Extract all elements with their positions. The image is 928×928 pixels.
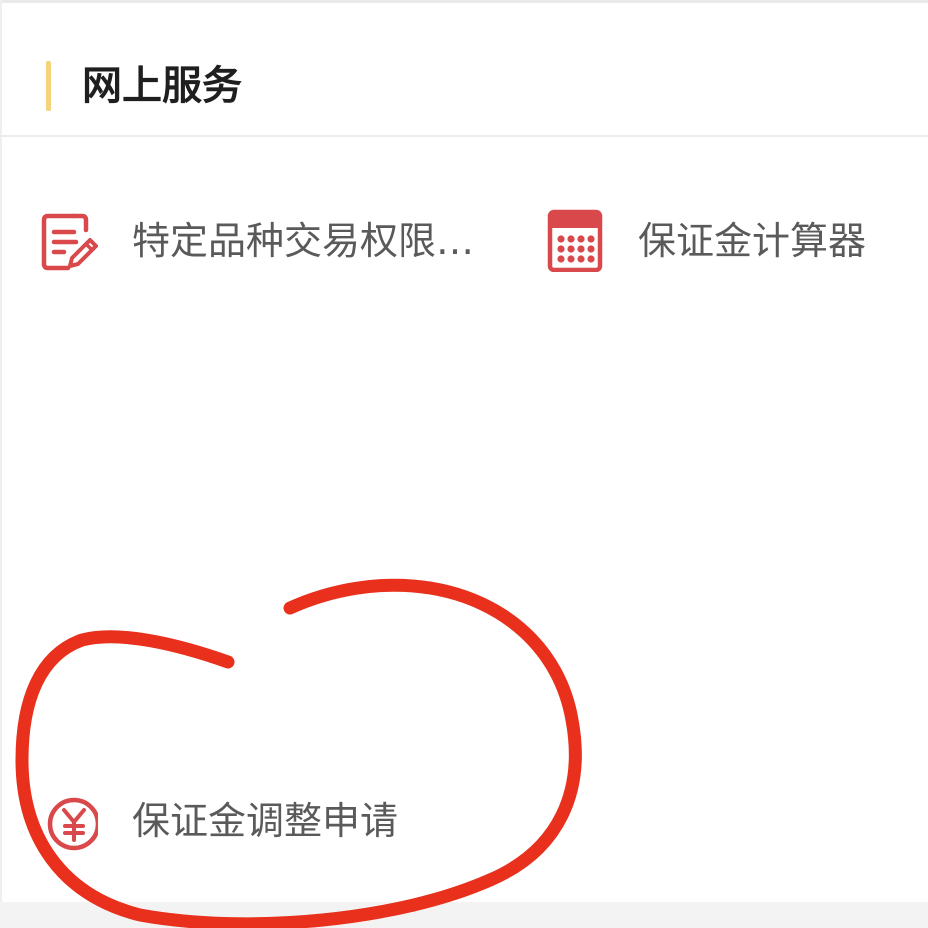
calculator-icon — [547, 209, 603, 272]
yen-coin-icon — [47, 797, 98, 851]
section-accent-bar — [46, 61, 51, 111]
left-divider — [0, 0, 2, 928]
section-header: 网上服务 — [0, 3, 928, 137]
service-item-trading-permission[interactable]: 特定品种交易权限… — [30, 200, 510, 280]
service-label-margin-adjustment: 保证金调整申请 — [132, 799, 399, 843]
app-screen: 网上服务 特定品种交易权限… 保证金计算器 保证金调整申请 — [0, 0, 928, 928]
service-item-margin-calculator[interactable]: 保证金计算器 — [536, 200, 916, 280]
section-title: 网上服务 — [82, 63, 242, 109]
service-item-margin-adjustment[interactable]: 保证金调整申请 — [30, 780, 470, 860]
bottom-divider — [0, 902, 928, 928]
edit-document-icon — [41, 213, 98, 271]
service-label-margin-calculator: 保证金计算器 — [638, 219, 867, 263]
service-label-trading-permission: 特定品种交易权限… — [132, 219, 475, 263]
